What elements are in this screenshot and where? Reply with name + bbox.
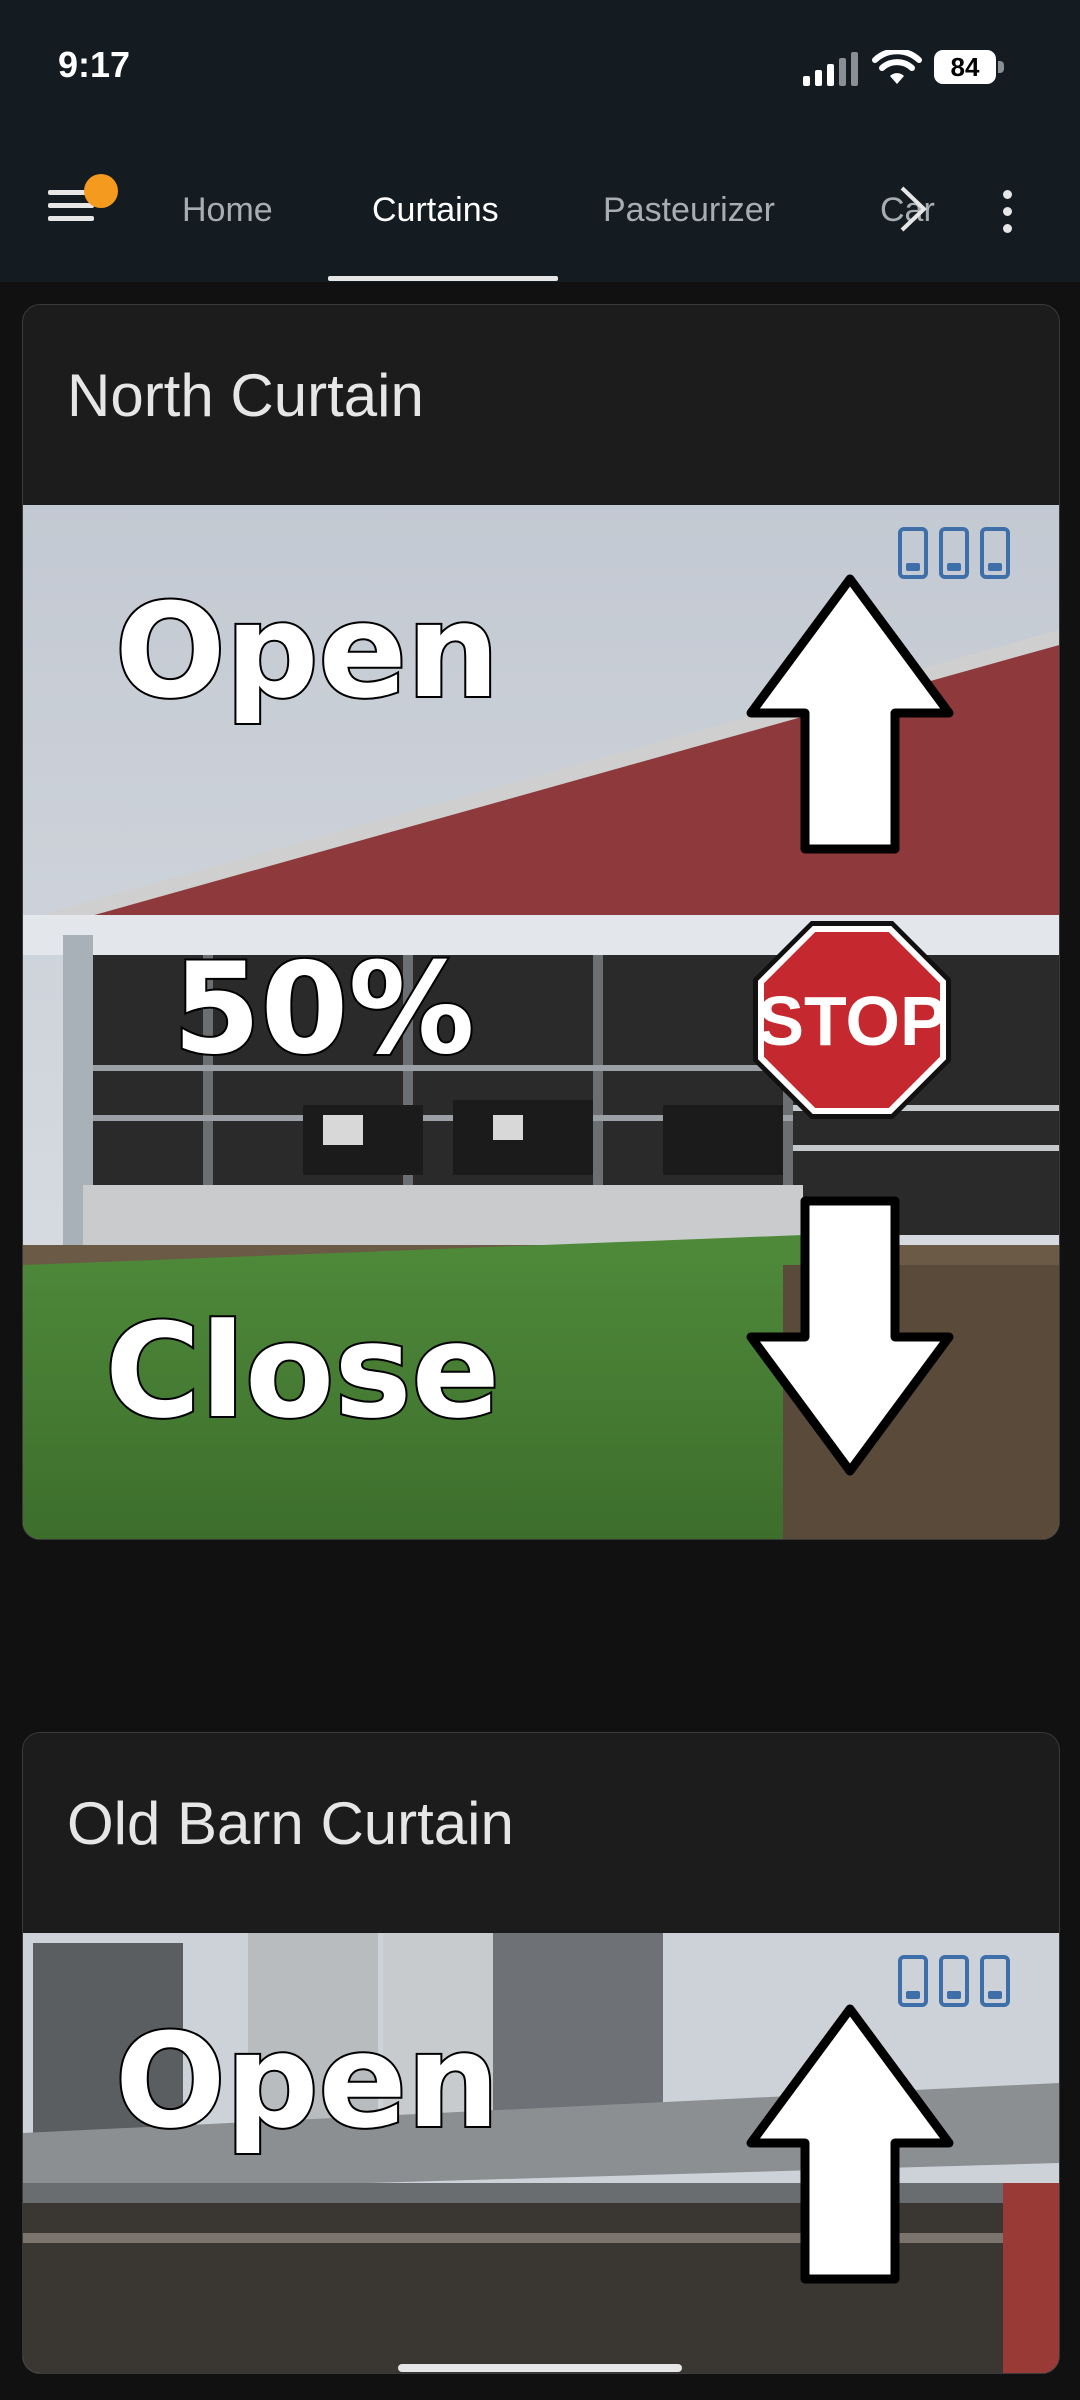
close-label[interactable]: Close — [103, 1293, 502, 1449]
wifi-icon — [872, 50, 922, 84]
curtain-control-image[interactable]: Open — [23, 1933, 1059, 2373]
storage-bin-icon — [939, 1955, 969, 2007]
more-vertical-icon[interactable] — [992, 184, 1022, 244]
open-label[interactable]: Open — [113, 573, 501, 729]
tab-curtains[interactable]: Curtains — [372, 188, 499, 232]
active-tab-indicator — [328, 276, 558, 281]
curtain-card-north: North Curtain Open 50% Close STOP — [22, 304, 1060, 1540]
battery-level: 84 — [934, 50, 996, 84]
percent-label: 50% — [171, 933, 477, 1084]
stop-text: STOP — [757, 982, 946, 1060]
app-tab-bar: Home Curtains Pasteurizer Car — [0, 140, 1080, 282]
curtain-card-old-barn: Old Barn Curtain Open — [22, 1732, 1060, 2374]
storage-bin-icon — [980, 527, 1010, 579]
stop-icon[interactable]: STOP — [749, 917, 955, 1123]
close-arrow-icon[interactable] — [745, 1195, 955, 1477]
cellular-signal-icon — [803, 52, 858, 86]
status-time: 9:17 — [58, 44, 131, 85]
open-label[interactable]: Open — [113, 2003, 501, 2159]
home-indicator[interactable] — [398, 2364, 682, 2372]
curtain-control-image[interactable]: Open 50% Close STOP — [23, 505, 1059, 1539]
open-arrow-icon[interactable] — [745, 2003, 955, 2285]
battery-icon: 84 — [934, 50, 1006, 86]
open-arrow-icon[interactable] — [745, 573, 955, 855]
status-bar: 9:17 84 — [0, 0, 1080, 140]
hamburger-menu-icon[interactable] — [48, 174, 118, 230]
tab-pasteurizer[interactable]: Pasteurizer — [603, 188, 775, 232]
card-title: Old Barn Curtain — [67, 1790, 514, 1857]
chevron-right-icon[interactable] — [896, 184, 930, 234]
storage-bin-icon — [898, 1955, 928, 2007]
storage-bin-icon — [939, 527, 969, 579]
card-title: North Curtain — [67, 362, 424, 429]
storage-bin-icon — [980, 1955, 1010, 2007]
tab-home[interactable]: Home — [182, 188, 273, 232]
notification-dot — [84, 174, 118, 208]
storage-bin-icon — [898, 527, 928, 579]
